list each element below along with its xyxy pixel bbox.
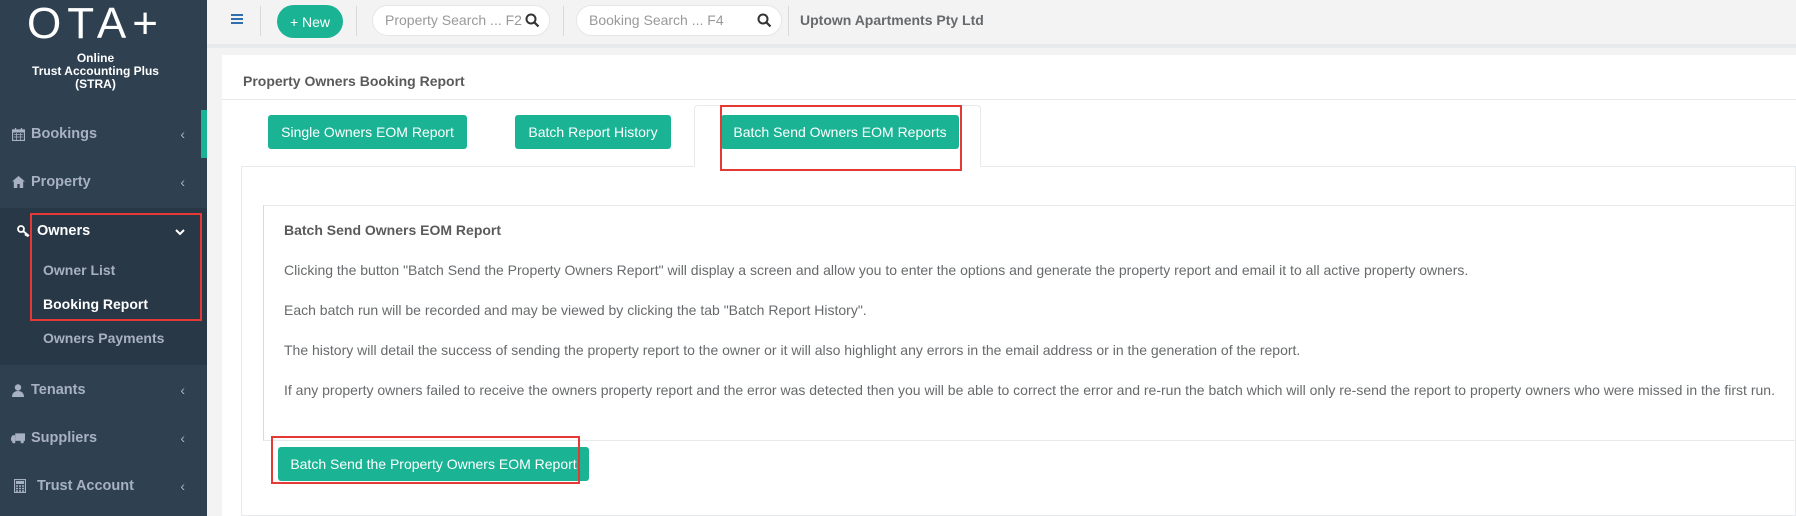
- app-logo: OTA+ Online Trust Accounting Plus (STRA): [0, 0, 207, 100]
- sidebar: OTA+ Online Trust Accounting Plus (STRA)…: [0, 0, 207, 516]
- home-icon: [11, 175, 25, 189]
- info-paragraph: Each batch run will be recorded and may …: [284, 302, 867, 318]
- chevron-left-icon: ‹: [180, 126, 185, 142]
- toolbar-divider: [260, 6, 261, 36]
- property-search[interactable]: [372, 5, 550, 36]
- chevron-left-icon: ‹: [180, 478, 185, 494]
- sidebar-item-label: Bookings: [31, 126, 98, 142]
- sidebar-item-suppliers[interactable]: Suppliers ‹: [0, 414, 207, 462]
- booking-search-input[interactable]: [589, 12, 729, 28]
- page-title: Property Owners Booking Report: [243, 73, 465, 89]
- hamburger-menu-icon[interactable]: [231, 14, 243, 24]
- user-icon: [11, 383, 25, 397]
- truck-icon: [11, 431, 25, 445]
- sidebar-item-tenants[interactable]: Tenants ‹: [0, 366, 207, 414]
- sidebar-item-label: Suppliers: [31, 430, 98, 446]
- divider: [222, 99, 1796, 100]
- calendar-icon: [11, 127, 25, 141]
- logo-title: OTA+: [27, 0, 164, 48]
- section-title: Batch Send Owners EOM Report: [284, 222, 502, 238]
- logo-subtitle: Online Trust Accounting Plus (STRA): [32, 51, 159, 91]
- toolbar-divider: [563, 6, 564, 36]
- top-navbar: + New Uptown Apartments Pty Ltd: [207, 0, 1796, 48]
- search-icon[interactable]: [525, 13, 541, 29]
- sidebar-item-label: Property: [31, 174, 91, 190]
- new-button[interactable]: + New: [277, 5, 343, 38]
- chevron-left-icon: ‹: [180, 382, 185, 398]
- sidebar-item-trust-account[interactable]: Trust Account ‹: [0, 462, 207, 510]
- chevron-left-icon: ‹: [180, 430, 185, 446]
- info-paragraph: If any property owners failed to receive…: [284, 382, 1775, 398]
- toolbar-divider: [788, 6, 789, 36]
- property-search-input[interactable]: [385, 12, 525, 28]
- key-icon: [17, 224, 31, 238]
- highlight-box-action-button: [271, 436, 580, 484]
- booking-search[interactable]: [576, 5, 782, 36]
- company-name: Uptown Apartments Pty Ltd: [800, 12, 984, 28]
- tab-single-owners-eom-report[interactable]: Single Owners EOM Report: [268, 115, 467, 149]
- search-icon[interactable]: [757, 13, 773, 29]
- sidebar-item-label: Tenants: [31, 382, 86, 398]
- sidebar-subitem-owners-payments[interactable]: Owners Payments: [43, 330, 164, 346]
- toolbar-divider: [356, 6, 357, 36]
- info-box: Batch Send Owners EOM Report Clicking th…: [263, 205, 1796, 441]
- chevron-left-icon: ‹: [180, 174, 185, 190]
- highlight-box-owners: [30, 213, 202, 321]
- tab-batch-report-history[interactable]: Batch Report History: [515, 115, 671, 149]
- sidebar-item-property[interactable]: Property ‹: [0, 158, 207, 206]
- sidebar-item-label: Trust Account: [37, 478, 134, 494]
- info-paragraph: Clicking the button "Batch Send the Prop…: [284, 262, 1469, 278]
- calculator-icon: [13, 479, 27, 493]
- highlight-box-active-tab: [720, 105, 962, 171]
- info-paragraph: The history will detail the success of s…: [284, 342, 1301, 358]
- sidebar-item-bookings[interactable]: Bookings ‹: [0, 110, 207, 158]
- main-panel: Property Owners Booking Report Single Ow…: [222, 55, 1796, 516]
